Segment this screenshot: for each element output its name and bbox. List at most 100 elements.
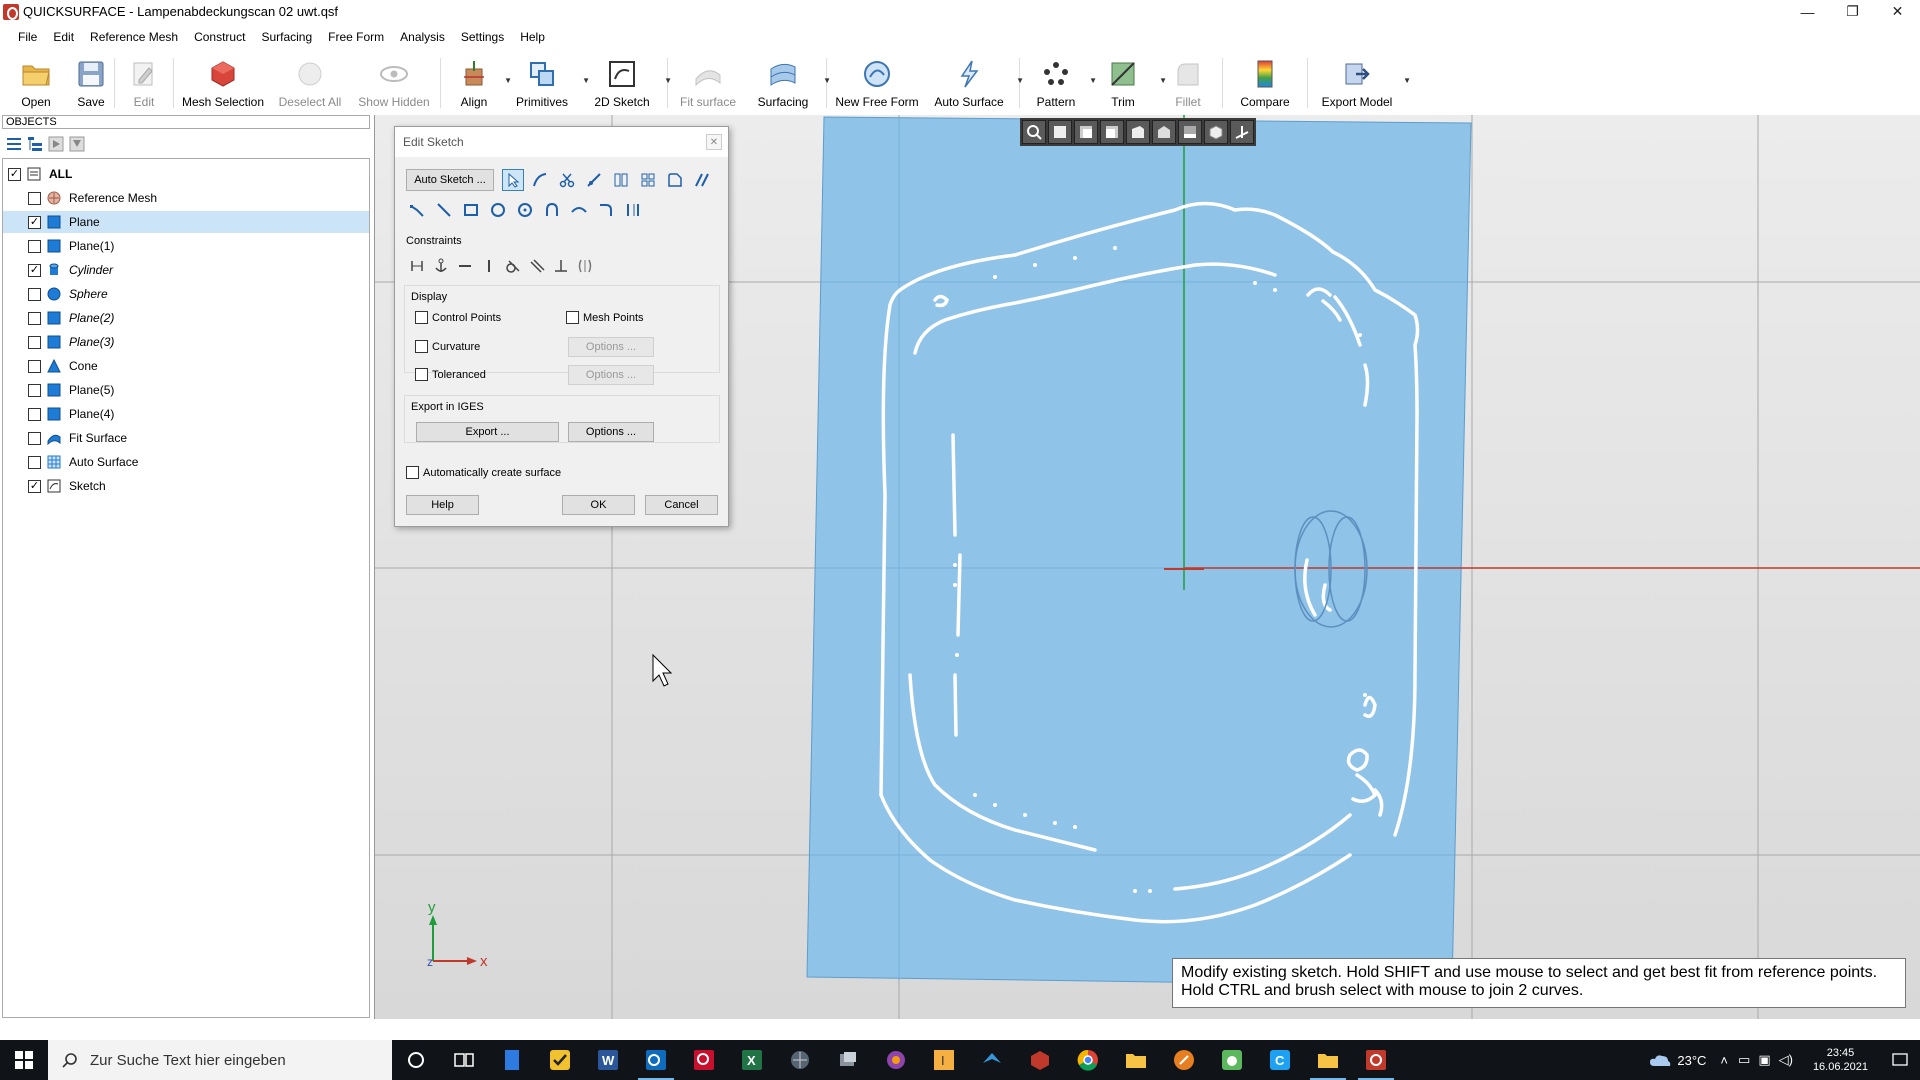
- anchor-icon[interactable]: [430, 255, 452, 277]
- tree-row-plane[interactable]: ✓ Plane: [3, 211, 369, 233]
- extend-tool-icon[interactable]: [583, 169, 605, 191]
- align-button[interactable]: Align ▼: [445, 52, 512, 112]
- settings-app-icon[interactable]: [824, 1040, 872, 1080]
- filter-icon[interactable]: [69, 136, 85, 152]
- chrome-icon[interactable]: [1064, 1040, 1112, 1080]
- tray-volume-icon[interactable]: ◁): [1779, 1052, 1793, 1068]
- close-window-button[interactable]: ✕: [1875, 0, 1920, 23]
- excel-icon[interactable]: X: [728, 1040, 776, 1080]
- trim-button[interactable]: Trim ▼: [1088, 52, 1167, 112]
- view-bottom-icon[interactable]: [1178, 120, 1202, 144]
- polyline-tool-icon[interactable]: [406, 199, 428, 221]
- task-view-icon[interactable]: [440, 1040, 488, 1080]
- view-front-icon[interactable]: [1048, 120, 1072, 144]
- perpendicular-constraint-icon[interactable]: [550, 255, 572, 277]
- parallel-lines-icon[interactable]: [691, 169, 713, 191]
- visibility-checkbox[interactable]: [28, 311, 41, 325]
- menu-settings[interactable]: Settings: [453, 30, 512, 44]
- pattern-grid-icon[interactable]: [637, 169, 659, 191]
- scissors-icon[interactable]: [556, 169, 578, 191]
- help-button[interactable]: Help: [406, 495, 479, 515]
- select-tool-icon[interactable]: [502, 169, 524, 191]
- vertical-constraint-icon[interactable]: [478, 255, 500, 277]
- tangent-tool-icon[interactable]: [529, 169, 551, 191]
- notification-icon[interactable]: [1880, 1040, 1920, 1080]
- view-top-icon[interactable]: [1152, 120, 1176, 144]
- paint-app-icon[interactable]: [872, 1040, 920, 1080]
- taskbar-clock[interactable]: 23:45 16.06.2021: [1801, 1046, 1880, 1074]
- menu-reference-mesh[interactable]: Reference Mesh: [82, 30, 186, 44]
- visibility-checkbox[interactable]: ✓: [28, 263, 41, 277]
- visibility-checkbox[interactable]: [28, 407, 41, 421]
- zoom-fit-icon[interactable]: [1022, 120, 1046, 144]
- folder-app-icon[interactable]: [1304, 1040, 1352, 1080]
- show-hidden-button[interactable]: Show Hidden: [352, 52, 436, 112]
- menu-help[interactable]: Help: [512, 30, 553, 44]
- deselect-all-button[interactable]: Deselect All: [268, 52, 352, 112]
- 2d-sketch-button[interactable]: 2D Sketch ▼: [581, 52, 672, 112]
- toleranced-options-button[interactable]: Options ...: [568, 365, 654, 385]
- auto-surface-button[interactable]: Auto Surface ▼: [923, 52, 1024, 112]
- visibility-checkbox[interactable]: [28, 335, 41, 349]
- compare-button[interactable]: Compare: [1227, 52, 1303, 112]
- horizontal-constraint-icon[interactable]: [454, 255, 476, 277]
- curvature-checkbox[interactable]: Curvature: [415, 340, 480, 353]
- expand-icon[interactable]: [48, 136, 64, 152]
- network-app-icon[interactable]: [776, 1040, 824, 1080]
- fix-constraint-icon[interactable]: [406, 255, 428, 277]
- dialog-close-icon[interactable]: ✕: [706, 134, 722, 150]
- parallel-constraint-icon[interactable]: [526, 255, 548, 277]
- save-button[interactable]: Save: [72, 52, 110, 112]
- view-left-icon[interactable]: [1100, 120, 1124, 144]
- surfacing-dropdown-caret[interactable]: ▼: [823, 76, 831, 85]
- surfacing-button[interactable]: Surfacing ▼: [744, 52, 831, 112]
- visibility-checkbox[interactable]: ✓: [8, 167, 21, 181]
- curvature-options-button[interactable]: Options ...: [568, 337, 654, 357]
- visibility-checkbox[interactable]: [28, 239, 41, 253]
- tree-row-plane-1[interactable]: Plane(1): [3, 235, 369, 257]
- fillet-sketch-tool-icon[interactable]: [595, 199, 617, 221]
- taskbar-search-box[interactable]: Zur Suche Text hier eingeben: [48, 1040, 392, 1080]
- visibility-checkbox[interactable]: [28, 359, 41, 373]
- visibility-checkbox[interactable]: [28, 431, 41, 445]
- control-points-checkbox[interactable]: Control Points: [415, 311, 501, 324]
- file-explorer-icon[interactable]: [1112, 1040, 1160, 1080]
- tree-row-all[interactable]: ✓ ALL: [3, 163, 369, 185]
- auto-sketch-button[interactable]: Auto Sketch ...: [406, 169, 494, 191]
- tray-device-icon[interactable]: ▭: [1738, 1052, 1750, 1068]
- menu-free-form[interactable]: Free Form: [320, 30, 392, 44]
- visibility-checkbox[interactable]: [28, 287, 41, 301]
- export-button[interactable]: Export ...: [416, 422, 559, 442]
- view-iso-icon[interactable]: [1204, 120, 1228, 144]
- bird-app-icon[interactable]: [968, 1040, 1016, 1080]
- visibility-checkbox[interactable]: [28, 191, 41, 205]
- tree-row-plane-2[interactable]: Plane(2): [3, 307, 369, 329]
- restore-button[interactable]: ❐: [1830, 0, 1875, 23]
- mesh-selection-button[interactable]: Mesh Selection: [178, 52, 268, 112]
- tree-view-icon[interactable]: [27, 136, 43, 152]
- auto-surface-dropdown-caret[interactable]: ▼: [1016, 76, 1024, 85]
- spline-tool-icon[interactable]: [568, 199, 590, 221]
- pattern-button[interactable]: Pattern ▼: [1024, 52, 1097, 112]
- export-model-button[interactable]: Export Model ▼: [1312, 52, 1411, 112]
- tree-row-fit-surface[interactable]: Fit Surface: [3, 427, 369, 449]
- dimension-tool-icon[interactable]: [622, 199, 644, 221]
- tray-chevron-icon[interactable]: ˄: [1720, 1053, 1728, 1068]
- view-right-icon[interactable]: [1126, 120, 1150, 144]
- tree-row-plane-4[interactable]: Plane(4): [3, 403, 369, 425]
- primitives-button[interactable]: Primitives ▼: [503, 52, 590, 112]
- tree-row-plane-3[interactable]: Plane(3): [3, 331, 369, 353]
- text-app-icon[interactable]: I: [920, 1040, 968, 1080]
- visibility-checkbox[interactable]: [28, 383, 41, 397]
- mesh-points-checkbox[interactable]: Mesh Points: [566, 311, 644, 324]
- visibility-checkbox[interactable]: [28, 455, 41, 469]
- menu-construct[interactable]: Construct: [186, 30, 253, 44]
- cancel-button[interactable]: Cancel: [645, 495, 718, 515]
- ok-button[interactable]: OK: [562, 495, 635, 515]
- outlook-icon[interactable]: [632, 1040, 680, 1080]
- tree-row-sphere[interactable]: Sphere: [3, 283, 369, 305]
- circle-3pt-tool-icon[interactable]: [487, 199, 509, 221]
- file-app-icon[interactable]: [488, 1040, 536, 1080]
- view-normal-icon[interactable]: [1230, 120, 1254, 144]
- tree-row-reference-mesh[interactable]: Reference Mesh: [3, 187, 369, 209]
